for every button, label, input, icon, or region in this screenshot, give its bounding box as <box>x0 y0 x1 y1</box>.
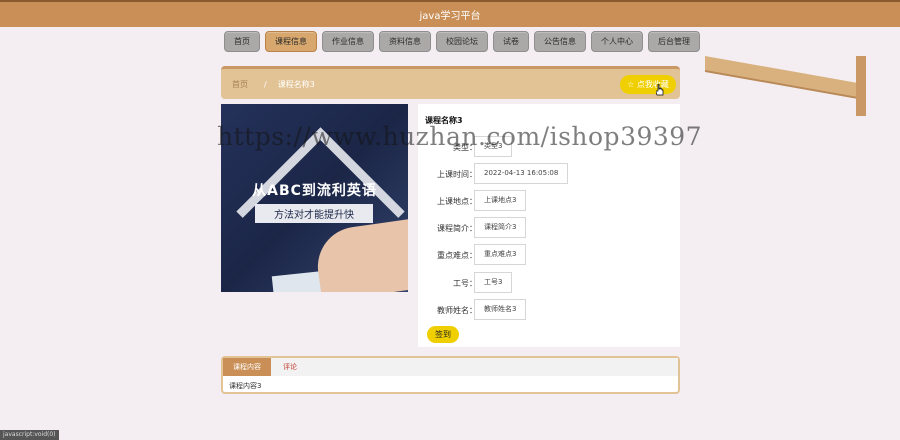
main-nav: 首页 课程信息 作业信息 资料信息 校园论坛 试卷 公告信息 个人中心 后台管理 <box>224 31 700 52</box>
field-row-key-points: 重点难点： 重点难点3 <box>418 244 680 265</box>
nav-item-notices[interactable]: 公告信息 <box>534 31 586 52</box>
nav-item-exams[interactable]: 试卷 <box>493 31 529 52</box>
nav-item-courses[interactable]: 课程信息 <box>265 31 317 52</box>
tab-content-text: 课程内容3 <box>229 382 262 390</box>
cover-headline: 从ABC到流利英语 <box>252 183 377 199</box>
nav-item-home[interactable]: 首页 <box>224 31 260 52</box>
tab-comments[interactable]: 评论 <box>273 358 307 376</box>
field-value: 2022-04-13 16:05:08 <box>474 163 569 184</box>
field-value: 上课地点3 <box>474 190 527 211</box>
decorative-ribbon <box>705 56 865 99</box>
field-row-staff-id: 工号： 工号3 <box>418 272 680 293</box>
field-label: 上课时间： <box>437 170 477 179</box>
field-label: 课程简介： <box>437 224 477 233</box>
watermark-text: https://www.huzhan.com/ishop39397 <box>217 122 703 151</box>
top-header: java学习平台 <box>0 0 900 27</box>
breadcrumb-home[interactable]: 首页 <box>232 80 248 89</box>
hand-cursor-icon <box>656 84 664 96</box>
field-label: 重点难点： <box>437 251 477 260</box>
decorative-post <box>856 56 866 116</box>
field-value: 教师姓名3 <box>474 299 527 320</box>
site-title: java学习平台 <box>419 11 481 22</box>
breadcrumb-separator: / <box>264 80 267 89</box>
field-label: 上课地点： <box>437 197 477 206</box>
field-value: 课程简介3 <box>474 217 527 238</box>
content-tabs: 课程内容 评论 课程内容3 <box>221 356 680 394</box>
breadcrumb-current: 课程名称3 <box>277 80 315 89</box>
breadcrumb: 首页 / 课程名称3 <box>232 79 315 90</box>
tabs-header: 课程内容 评论 <box>223 358 678 376</box>
breadcrumb-bar: 首页 / 课程名称3 ☆ 点我收藏 <box>221 66 680 99</box>
cover-subtitle: 方法对才能提升快 <box>255 204 373 223</box>
nav-item-profile[interactable]: 个人中心 <box>591 31 643 52</box>
nav-item-forum[interactable]: 校园论坛 <box>436 31 488 52</box>
browser-status-bar: javascript:void(0) <box>0 430 59 440</box>
sign-in-button[interactable]: 签到 <box>427 326 459 343</box>
nav-item-materials[interactable]: 资料信息 <box>379 31 431 52</box>
field-value: 工号3 <box>474 272 513 293</box>
field-row-intro: 课程简介： 课程简介3 <box>418 217 680 238</box>
field-row-teacher: 教师姓名： 教师姓名3 <box>418 299 680 320</box>
field-value: 重点难点3 <box>474 244 527 265</box>
favorite-button[interactable]: ☆ 点我收藏 <box>620 75 676 94</box>
field-row-time: 上课时间： 2022-04-13 16:05:08 <box>418 163 680 184</box>
field-label: 教师姓名： <box>437 306 477 315</box>
nav-item-homework[interactable]: 作业信息 <box>322 31 374 52</box>
field-row-location: 上课地点： 上课地点3 <box>418 190 680 211</box>
nav-item-admin[interactable]: 后台管理 <box>648 31 700 52</box>
tab-course-content[interactable]: 课程内容 <box>223 358 271 376</box>
